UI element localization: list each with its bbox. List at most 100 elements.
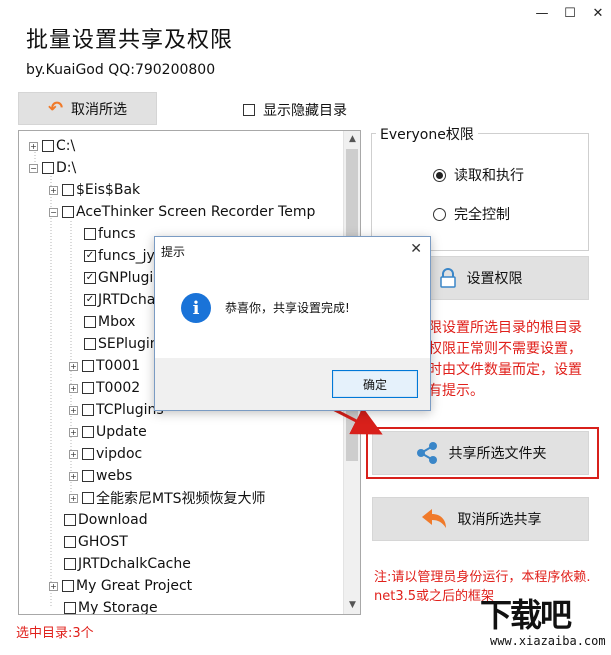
permission-note-text: 限设置所选目录的根目录 权限正常则不需要设置， 时由文件数量而定，设置 有提示。 <box>428 320 582 399</box>
tree-item[interactable]: + T0001 <box>69 355 140 377</box>
tree-item[interactable]: − AceThinker Screen Recorder Temp <box>49 201 315 223</box>
scroll-up-arrow[interactable]: ▲ <box>344 131 360 148</box>
share-icon <box>416 442 437 464</box>
tree-item-checkbox[interactable] <box>64 536 76 548</box>
dialog-footer: 确定 <box>155 358 430 410</box>
dialog-close-button[interactable]: ✕ <box>410 241 422 257</box>
tree-item-checkbox[interactable] <box>84 316 96 328</box>
tree-item-label: GHOST <box>78 534 128 550</box>
tree-item-checkbox[interactable] <box>82 426 94 438</box>
tree-item-label: funcs <box>98 226 136 242</box>
tree-item-checkbox[interactable] <box>82 470 94 482</box>
tree-item-label: SEPlugin <box>98 336 159 352</box>
show-hidden-checkbox[interactable]: 显示隐藏目录 <box>243 100 347 120</box>
share-selected-button[interactable]: 共享所选文件夹 <box>372 431 589 475</box>
collapse-icon[interactable]: − <box>49 207 58 217</box>
tree-item-checkbox[interactable] <box>62 206 74 218</box>
selected-count: 选中目录:3个 <box>16 626 94 641</box>
tree-item[interactable]: + vipdoc <box>69 443 142 465</box>
tree-item[interactable]: Download <box>49 509 148 531</box>
expand-icon[interactable]: + <box>49 581 58 591</box>
scroll-down-arrow[interactable]: ▼ <box>344 597 360 614</box>
expand-icon[interactable]: + <box>69 471 78 481</box>
radio-full-control-indicator[interactable] <box>433 207 446 221</box>
tree-item-label: My Great Project <box>76 578 193 594</box>
tree-item-label: My Storage <box>78 600 158 615</box>
dialog-title: 提示 <box>161 245 186 259</box>
tree-item[interactable]: ✓ JRTDchalk <box>69 289 167 311</box>
tree-item-checkbox[interactable] <box>64 558 76 570</box>
tree-item[interactable]: Mbox <box>69 311 135 333</box>
radio-full-control-label: 完全控制 <box>454 207 510 223</box>
tree-item[interactable]: + T0002 <box>69 377 140 399</box>
tree-item-checkbox[interactable] <box>82 448 94 460</box>
permission-group-title: Everyone权限 <box>376 124 478 144</box>
radio-full-control[interactable]: 完全控制 <box>433 204 510 224</box>
tree-item-checkbox[interactable] <box>84 228 96 240</box>
tree-item[interactable]: ✓ funcs_jy <box>69 245 155 267</box>
tree-item[interactable]: My Storage <box>49 597 158 615</box>
radio-read-execute[interactable]: 读取和执行 <box>433 165 524 185</box>
share-selected-label: 共享所选文件夹 <box>448 446 547 462</box>
tree-item-checkbox[interactable] <box>82 382 94 394</box>
show-hidden-label: 显示隐藏目录 <box>263 103 347 119</box>
tree-item-checkbox[interactable]: ✓ <box>84 250 96 262</box>
tree-item-checkbox[interactable]: ✓ <box>84 272 96 284</box>
radio-read-execute-label: 读取和执行 <box>454 168 524 184</box>
tree-item-checkbox[interactable] <box>42 162 54 174</box>
close-button[interactable]: ✕ <box>591 6 605 21</box>
tree-item-label: Download <box>78 512 148 528</box>
tree-item-checkbox[interactable] <box>62 184 74 196</box>
tree-item[interactable]: SEPlugin <box>69 333 159 355</box>
permission-group <box>371 133 589 251</box>
expand-icon[interactable]: + <box>69 427 78 437</box>
tree-item-checkbox[interactable] <box>82 492 94 504</box>
tree-item[interactable]: − D:\ <box>29 157 76 179</box>
collapse-icon[interactable]: − <box>29 163 38 173</box>
tree-item-checkbox[interactable] <box>84 338 96 350</box>
tree-item[interactable]: + TCPlugins <box>69 399 164 421</box>
tree-item-checkbox[interactable] <box>82 404 94 416</box>
tree-item[interactable]: + 全能索尼MTS视频恢复大师 <box>69 487 266 509</box>
permission-note: 限设置所选目录的根目录 权限正常则不需要设置， 时由文件数量而定，设置 有提示。 <box>428 318 608 402</box>
tree-item[interactable]: + $Eis$Bak <box>49 179 140 201</box>
tree-item-label: funcs_jy <box>98 248 155 264</box>
app-subtitle: by.KuaiGod QQ:790200800 <box>26 62 216 78</box>
back-arrow-icon <box>421 509 446 528</box>
expand-icon[interactable]: + <box>69 361 78 371</box>
tree-item[interactable]: GHOST <box>49 531 128 553</box>
maximize-button[interactable]: ☐ <box>563 6 577 21</box>
cancel-selection-button[interactable]: ↶ 取消所选 <box>18 92 157 125</box>
tree-item[interactable]: ✓ GNPlugin <box>69 267 162 289</box>
expand-icon[interactable]: + <box>49 185 58 195</box>
expand-icon[interactable]: + <box>69 493 78 503</box>
tree-item-label: T0002 <box>96 380 141 396</box>
dialog-ok-button[interactable]: 确定 <box>332 370 418 398</box>
tree-item-checkbox[interactable] <box>42 140 54 152</box>
tree-item-label: Mbox <box>98 314 136 330</box>
cancel-share-button[interactable]: 取消所选共享 <box>372 497 589 541</box>
tree-item-checkbox[interactable] <box>64 602 76 614</box>
show-hidden-checkbox-box[interactable] <box>243 104 255 116</box>
tree-item[interactable]: + webs <box>69 465 132 487</box>
tree-item[interactable]: + C:\ <box>29 135 75 157</box>
tree-item-checkbox[interactable] <box>82 360 94 372</box>
tree-item[interactable]: JRTDchalkCache <box>49 553 191 575</box>
expand-icon[interactable]: + <box>69 449 78 459</box>
tree-item[interactable]: funcs <box>69 223 136 245</box>
tree-item-checkbox[interactable]: ✓ <box>84 294 96 306</box>
undo-icon: ↶ <box>47 98 64 119</box>
tree-item[interactable]: + My Great Project <box>49 575 192 597</box>
tree-item-checkbox[interactable] <box>64 514 76 526</box>
minimize-button[interactable]: — <box>535 6 549 21</box>
expand-icon[interactable]: + <box>29 141 38 151</box>
expand-icon[interactable]: + <box>69 383 78 393</box>
set-permission-label: 设置权限 <box>466 271 523 287</box>
tree-item-label: D:\ <box>56 160 77 176</box>
radio-read-execute-indicator[interactable] <box>433 168 446 182</box>
cancel-selection-label: 取消所选 <box>71 101 128 118</box>
tree-item-checkbox[interactable] <box>62 580 74 592</box>
info-icon: i <box>181 293 211 323</box>
tree-item[interactable]: + Update <box>69 421 147 443</box>
expand-icon[interactable]: + <box>69 405 78 415</box>
